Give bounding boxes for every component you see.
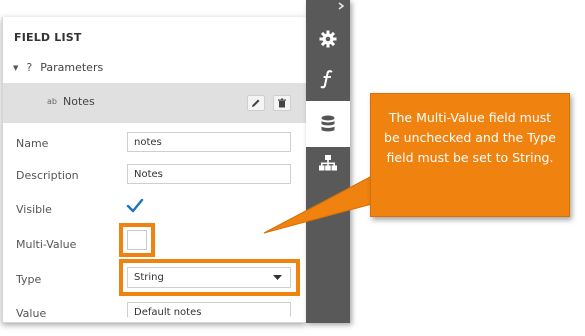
function-icon bbox=[320, 70, 333, 89]
checkmark-icon bbox=[126, 198, 144, 213]
tab-hierarchy[interactable] bbox=[306, 140, 350, 186]
multi-value-label: Multi-Value bbox=[16, 238, 77, 251]
question-icon: ? bbox=[26, 61, 33, 74]
chevron-right-icon[interactable] bbox=[337, 2, 345, 10]
visible-checkbox[interactable] bbox=[124, 195, 146, 217]
sidebar bbox=[306, 0, 350, 323]
callout-text: The Multi-Value field must be unchecked … bbox=[384, 110, 556, 165]
database-icon bbox=[321, 115, 335, 132]
type-label: Type bbox=[16, 273, 42, 286]
description-input[interactable]: Notes bbox=[127, 164, 291, 184]
pencil-icon bbox=[252, 99, 260, 107]
gear-icon bbox=[319, 30, 337, 48]
callout-note: The Multi-Value field must be unchecked … bbox=[370, 93, 570, 217]
type-select-value: String bbox=[134, 272, 164, 283]
name-input[interactable]: notes bbox=[127, 132, 291, 152]
hierarchy-icon bbox=[319, 155, 337, 171]
tree-node-parameters[interactable]: ▼ ? Parameters bbox=[13, 61, 103, 74]
tab-functions[interactable] bbox=[306, 56, 350, 102]
delete-button[interactable] bbox=[273, 95, 291, 111]
selected-field-label: Notes bbox=[63, 95, 95, 108]
edit-button[interactable] bbox=[247, 95, 265, 111]
type-select[interactable]: String bbox=[127, 267, 291, 288]
name-label: Name bbox=[16, 137, 49, 150]
panel-title: FIELD LIST bbox=[14, 31, 82, 44]
selected-field-row[interactable]: ab Notes bbox=[3, 83, 306, 123]
torn-edge bbox=[3, 316, 306, 322]
string-type-icon: ab bbox=[47, 97, 57, 106]
tree-node-label: Parameters bbox=[40, 61, 104, 74]
trash-icon bbox=[278, 98, 286, 108]
chevron-down-icon bbox=[273, 275, 282, 280]
field-list-panel: FIELD LIST ▼ ? Parameters ab Notes Name … bbox=[2, 17, 306, 323]
expand-triangle-icon[interactable]: ▼ bbox=[13, 64, 18, 72]
description-label: Description bbox=[16, 169, 79, 182]
visible-label: Visible bbox=[16, 203, 52, 216]
multi-value-checkbox[interactable] bbox=[127, 230, 147, 250]
